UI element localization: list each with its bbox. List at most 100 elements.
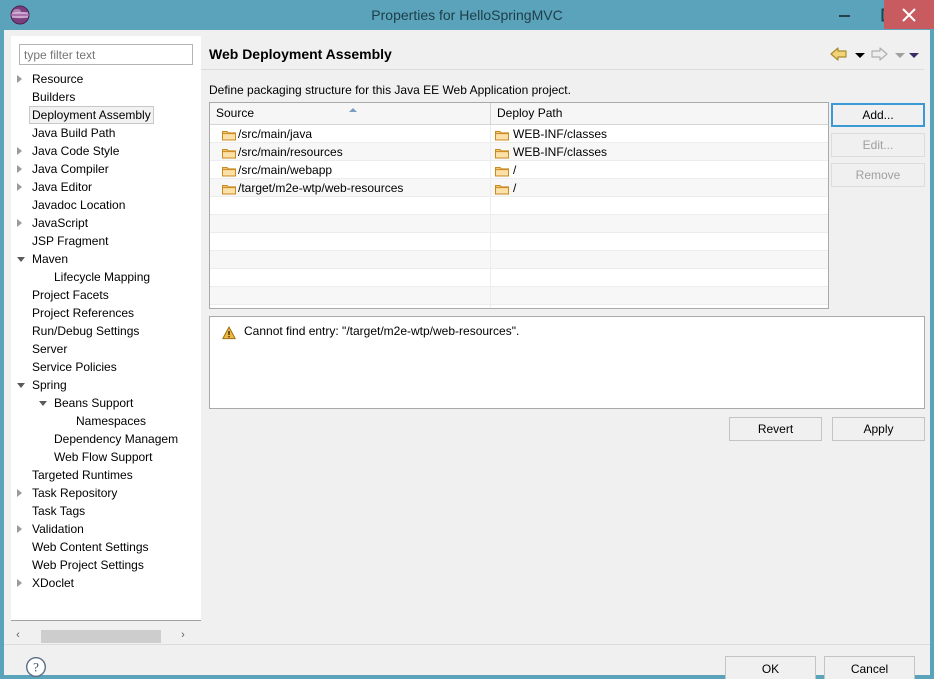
tree-collapsed-triangle-icon[interactable]	[17, 489, 22, 497]
tree-expanded-triangle-icon[interactable]	[39, 401, 47, 406]
sidebar-item-web-content-settings[interactable]: Web Content Settings	[11, 538, 201, 556]
sidebar-item-javascript[interactable]: JavaScript	[11, 214, 201, 232]
sidebar-item-java-build-path[interactable]: Java Build Path	[11, 124, 201, 142]
sidebar-item-javadoc-location[interactable]: Javadoc Location	[11, 196, 201, 214]
sidebar-item-targeted-runtimes[interactable]: Targeted Runtimes	[11, 466, 201, 484]
tree-collapsed-triangle-icon[interactable]	[17, 579, 22, 587]
sidebar-item-jsp-fragment[interactable]: JSP Fragment	[11, 232, 201, 250]
sidebar-item-deployment-assembly[interactable]: Deployment Assembly	[11, 106, 201, 124]
scroll-right-icon[interactable]: ›	[176, 627, 190, 644]
sidebar-item-project-references[interactable]: Project References	[11, 304, 201, 322]
sidebar-item-run-debug-settings[interactable]: Run/Debug Settings	[11, 322, 201, 340]
back-dropdown-chevron-down-icon[interactable]	[855, 53, 865, 58]
ok-button[interactable]: OK	[725, 656, 816, 679]
sidebar-item-label: Targeted Runtimes	[32, 468, 133, 482]
sidebar-item-dependency-managem[interactable]: Dependency Managem	[11, 430, 201, 448]
cell-deploy-path: /	[490, 161, 828, 179]
dialog-body: Resource Builders Deployment Assembly Java …	[4, 30, 930, 679]
close-icon	[884, 0, 934, 29]
scrollbar-track[interactable]	[25, 628, 180, 643]
tree-collapsed-triangle-icon[interactable]	[17, 147, 22, 155]
column-header-source[interactable]: Source	[210, 103, 490, 124]
tree-collapsed-triangle-icon[interactable]	[17, 219, 22, 227]
sidebar-item-resource[interactable]: Resource	[11, 70, 201, 88]
sidebar-item-service-policies[interactable]: Service Policies	[11, 358, 201, 376]
message-panel: Cannot find entry: "/target/m2e-wtp/web-…	[209, 316, 925, 409]
tree-expanded-triangle-icon[interactable]	[17, 257, 25, 262]
tree-collapsed-triangle-icon[interactable]	[17, 525, 22, 533]
sidebar-item-task-repository[interactable]: Task Repository	[11, 484, 201, 502]
tree-collapsed-triangle-icon[interactable]	[17, 75, 22, 83]
sidebar-item-task-tags[interactable]: Task Tags	[11, 502, 201, 520]
sidebar-item-spring[interactable]: Spring	[11, 376, 201, 394]
table-row[interactable]: /src/main/resources WEB-INF/classes	[210, 143, 828, 161]
table-row[interactable]: /target/m2e-wtp/web-resources /	[210, 179, 828, 197]
sidebar-item-java-compiler[interactable]: Java Compiler	[11, 160, 201, 178]
cancel-button[interactable]: Cancel	[824, 656, 915, 679]
back-arrow-icon[interactable]	[829, 46, 849, 65]
sidebar-item-maven[interactable]: Maven	[11, 250, 201, 268]
sidebar-item-label: JSP Fragment	[32, 234, 109, 248]
sidebar-item-java-editor[interactable]: Java Editor	[11, 178, 201, 196]
sidebar-item-label: Server	[32, 342, 68, 356]
cell-source: /src/main/java	[210, 125, 490, 143]
sidebar-item-web-project-settings[interactable]: Web Project Settings	[11, 556, 201, 574]
apply-button[interactable]: Apply	[832, 417, 925, 441]
folder-icon	[495, 146, 509, 159]
cell-source-label: /src/main/webapp	[238, 163, 333, 177]
column-divider	[490, 251, 491, 269]
window-title: Properties for HelloSpringMVC	[371, 7, 563, 23]
column-header-deploy-path[interactable]: Deploy Path	[490, 103, 828, 124]
sidebar-item-label: XDoclet	[32, 576, 75, 590]
scroll-left-icon[interactable]: ‹	[11, 627, 25, 644]
table-empty-row	[210, 287, 828, 305]
minimize-icon	[822, 0, 866, 29]
cell-deploy-path-label: /	[513, 163, 517, 177]
folder-icon	[222, 182, 236, 195]
cell-deploy-path: /	[490, 179, 828, 197]
page-description: Define packaging structure for this Java…	[209, 83, 571, 97]
column-divider	[490, 305, 491, 308]
assembly-table[interactable]: Source Deploy Path /src/main/java WEB-INF…	[209, 102, 829, 309]
title-separator	[201, 69, 924, 70]
cell-source: /target/m2e-wtp/web-resources	[210, 179, 490, 197]
cell-source-label: /src/main/java	[238, 127, 313, 141]
tree-expanded-triangle-icon[interactable]	[17, 383, 25, 388]
sidebar-item-java-code-style[interactable]: Java Code Style	[11, 142, 201, 160]
folder-icon	[495, 128, 509, 141]
table-row[interactable]: /src/main/webapp /	[210, 161, 828, 179]
table-row[interactable]: /src/main/java WEB-INF/classes	[210, 125, 828, 143]
sidebar-item-web-flow-support[interactable]: Web Flow Support	[11, 448, 201, 466]
scrollbar-thumb[interactable]	[41, 630, 161, 643]
sort-ascending-icon	[349, 108, 357, 112]
sidebar-item-xdoclet[interactable]: XDoclet	[11, 574, 201, 592]
sidebar-item-label: Service Policies	[32, 360, 117, 374]
sidebar-item-beans-support[interactable]: Beans Support	[11, 394, 201, 412]
tree-collapsed-triangle-icon[interactable]	[17, 165, 22, 173]
sidebar-item-label: Java Compiler	[32, 162, 109, 176]
revert-button[interactable]: Revert	[729, 417, 822, 441]
cell-deploy-path-label: WEB-INF/classes	[513, 145, 608, 159]
sidebar-item-server[interactable]: Server	[11, 340, 201, 358]
sidebar-item-validation[interactable]: Validation	[11, 520, 201, 538]
sidebar-item-builders[interactable]: Builders	[11, 88, 201, 106]
sidebar-item-project-facets[interactable]: Project Facets	[11, 286, 201, 304]
filter-input[interactable]	[19, 44, 193, 65]
sidebar-item-lifecycle-mapping[interactable]: Lifecycle Mapping	[11, 268, 201, 286]
cell-source-label: /src/main/resources	[238, 145, 343, 159]
sidebar-item-namespaces[interactable]: Namespaces	[11, 412, 201, 430]
table-body: /src/main/java WEB-INF/classes/src/main/r…	[210, 125, 828, 308]
close-button[interactable]	[884, 0, 934, 29]
settings-tree[interactable]: Resource Builders Deployment Assembly Java …	[11, 70, 201, 606]
add-button[interactable]: Add...	[831, 103, 925, 127]
warning-icon	[222, 326, 236, 340]
tree-horizontal-scrollbar[interactable]: ‹ ›	[11, 627, 194, 645]
cell-deploy-path-label: /	[513, 181, 517, 195]
table-header-row: Source Deploy Path	[210, 103, 828, 125]
help-question-icon[interactable]: ?	[25, 656, 47, 678]
column-divider	[490, 287, 491, 305]
view-menu-chevron-down-icon[interactable]	[909, 53, 919, 58]
tree-collapsed-triangle-icon[interactable]	[17, 183, 22, 191]
minimize-button[interactable]	[822, 0, 866, 29]
table-empty-row	[210, 215, 828, 233]
